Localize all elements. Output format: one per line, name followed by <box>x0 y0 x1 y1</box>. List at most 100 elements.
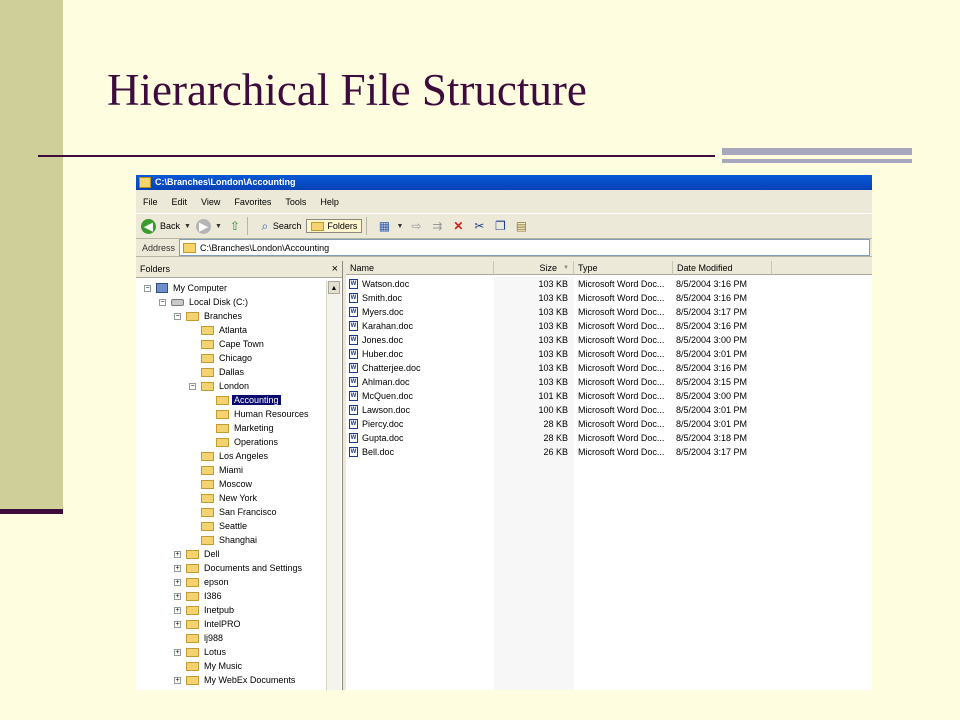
tree-item[interactable]: San Francisco <box>189 505 279 519</box>
move-to-button[interactable]: ⇨ <box>408 218 424 234</box>
column-header-type-label: Type <box>578 262 598 273</box>
tree-item-label: Accounting <box>232 395 281 405</box>
collapse-icon[interactable]: − <box>159 298 166 306</box>
tree-item[interactable]: + Dell <box>174 547 222 561</box>
menu-favorites[interactable]: Favorites <box>227 197 278 207</box>
tree-item-label: New York <box>219 493 258 503</box>
close-icon[interactable]: × <box>332 263 338 275</box>
forward-dropdown-icon[interactable]: ▼ <box>215 223 222 230</box>
collapse-icon[interactable]: − <box>144 284 151 292</box>
tree-item[interactable]: + epson <box>174 575 231 589</box>
tree-item[interactable]: Marketing <box>204 421 276 435</box>
copy-to-button[interactable]: ⇉ <box>429 218 445 234</box>
file-row[interactable]: W Bell.doc 26 KB Microsoft Word Doc... 8/5/2… <box>346 445 786 459</box>
tree-item[interactable]: − My Computer <box>144 281 229 295</box>
column-header-size[interactable]: Size ▼ <box>494 261 574 275</box>
tree-item[interactable]: − Local Disk (C:) <box>159 295 250 309</box>
cut-button[interactable]: ✂ <box>471 218 487 234</box>
tree-item-label: lj988 <box>204 633 224 643</box>
expand-icon[interactable]: + <box>174 606 181 614</box>
file-size: 28 KB <box>543 433 568 443</box>
search-button[interactable]: ⌕ Search <box>257 218 302 234</box>
tree-item[interactable]: Atlanta <box>189 323 249 337</box>
menu-help[interactable]: Help <box>313 197 346 207</box>
menu-file[interactable]: File <box>136 197 165 207</box>
menu-view[interactable]: View <box>194 197 227 207</box>
tree-item[interactable]: − Branches <box>174 309 244 323</box>
tree-item[interactable]: + Lotus <box>174 645 228 659</box>
file-size: 100 KB <box>538 405 568 415</box>
file-row[interactable]: W Gupta.doc 28 KB Microsoft Word Doc... 8/5/… <box>346 431 786 445</box>
tree-item[interactable]: Shanghai <box>189 533 259 547</box>
tree-item[interactable]: Cape Town <box>189 337 266 351</box>
file-row[interactable]: W Karahan.doc 103 KB Microsoft Word Doc... 8… <box>346 319 786 333</box>
expand-icon[interactable]: + <box>174 592 181 600</box>
file-type: Microsoft Word Doc... <box>578 335 665 345</box>
file-row[interactable]: W Huber.doc 103 KB Microsoft Word Doc... 8/5… <box>346 347 786 361</box>
tree-item[interactable]: Moscow <box>189 477 254 491</box>
word-document-icon: W <box>349 447 358 457</box>
back-button[interactable]: ◀ Back ▼ <box>141 218 191 234</box>
column-header-date-modified[interactable]: Date Modified <box>673 261 772 275</box>
tree-item[interactable]: Accounting <box>204 393 281 407</box>
column-header-type[interactable]: Type <box>574 261 673 275</box>
menu-edit[interactable]: Edit <box>165 197 195 207</box>
forward-button[interactable]: ▶ ▼ <box>195 218 222 234</box>
file-date-modified: 8/5/2004 3:16 PM <box>676 293 748 303</box>
tree-item[interactable]: Dallas <box>189 365 246 379</box>
collapse-icon[interactable]: − <box>174 312 181 320</box>
expand-icon[interactable]: + <box>174 620 181 628</box>
tree-item[interactable]: + IntelPRO <box>174 617 243 631</box>
tree-item-label: Chicago <box>219 353 253 363</box>
tree-item[interactable]: + My WebEx Documents <box>174 673 297 687</box>
copy-button[interactable]: ❐ <box>492 218 508 234</box>
expand-icon[interactable]: + <box>174 564 181 572</box>
expand-icon[interactable]: + <box>174 676 181 684</box>
tree-item[interactable]: Miami <box>189 463 245 477</box>
up-folder-button[interactable]: ⇧ <box>227 218 243 234</box>
tree-item-label: Operations <box>234 437 279 447</box>
paste-button[interactable]: ▤ <box>513 218 529 234</box>
tree-item[interactable]: Operations <box>204 435 280 449</box>
delete-button[interactable]: ✕ <box>450 218 466 234</box>
tree-item[interactable]: Seattle <box>189 519 249 533</box>
tree-item[interactable]: + Documents and Settings <box>174 561 304 575</box>
file-row[interactable]: W Ahlman.doc 103 KB Microsoft Word Doc... 8/… <box>346 375 786 389</box>
expand-icon[interactable]: + <box>174 648 181 656</box>
file-row[interactable]: W Piercy.doc 28 KB Microsoft Word Doc... 8/5… <box>346 417 786 431</box>
tree-item[interactable]: Chicago <box>189 351 254 365</box>
scroll-up-arrow-icon[interactable]: ▲ <box>328 281 340 294</box>
file-row[interactable]: W Smith.doc 103 KB Microsoft Word Doc... 8/5… <box>346 291 786 305</box>
file-row[interactable]: W Jones.doc 103 KB Microsoft Word Doc... 8/5… <box>346 333 786 347</box>
address-field[interactable]: C:\Branches\London\Accounting <box>179 239 870 256</box>
collapse-icon[interactable]: − <box>189 382 196 390</box>
tree-item[interactable]: My Music <box>174 659 244 673</box>
file-row[interactable]: W Myers.doc 103 KB Microsoft Word Doc... 8/5… <box>346 305 786 319</box>
tree-item[interactable]: + I386 <box>174 589 224 603</box>
file-row[interactable]: W McQuen.doc 101 KB Microsoft Word Doc... 8/… <box>346 389 786 403</box>
folder-icon <box>186 675 199 685</box>
expand-icon[interactable]: + <box>174 578 181 586</box>
file-size: 103 KB <box>538 279 568 289</box>
window-titlebar[interactable]: C:\Branches\London\Accounting <box>136 175 872 190</box>
tree-item-label: Local Disk (C:) <box>189 297 249 307</box>
folders-scrollbar[interactable]: ▲ <box>326 281 341 690</box>
file-row[interactable]: W Lawson.doc 100 KB Microsoft Word Doc... 8/… <box>346 403 786 417</box>
tree-item[interactable]: New York <box>189 491 259 505</box>
tree-item[interactable]: Human Resources <box>204 407 311 421</box>
file-date-modified: 8/5/2004 3:16 PM <box>676 279 748 289</box>
tree-item[interactable]: + Inetpub <box>174 603 236 617</box>
file-row[interactable]: W Chatterjee.doc 103 KB Microsoft Word Doc.… <box>346 361 786 375</box>
views-button[interactable]: ▦ ▼ <box>376 218 404 234</box>
views-dropdown-icon[interactable]: ▼ <box>396 223 403 230</box>
expand-icon[interactable]: + <box>174 550 181 558</box>
menu-tools[interactable]: Tools <box>278 197 313 207</box>
tree-item[interactable]: Los Angeles <box>189 449 270 463</box>
file-row[interactable]: W Watson.doc 103 KB Microsoft Word Doc... 8/… <box>346 277 786 291</box>
tree-item[interactable]: − London <box>189 379 251 393</box>
column-header-name[interactable]: Name <box>346 261 494 275</box>
folders-button[interactable]: Folders <box>306 219 363 233</box>
file-name: Chatterjee.doc <box>362 363 421 373</box>
back-dropdown-icon[interactable]: ▼ <box>184 223 191 230</box>
tree-item[interactable]: lj988 <box>174 631 225 645</box>
